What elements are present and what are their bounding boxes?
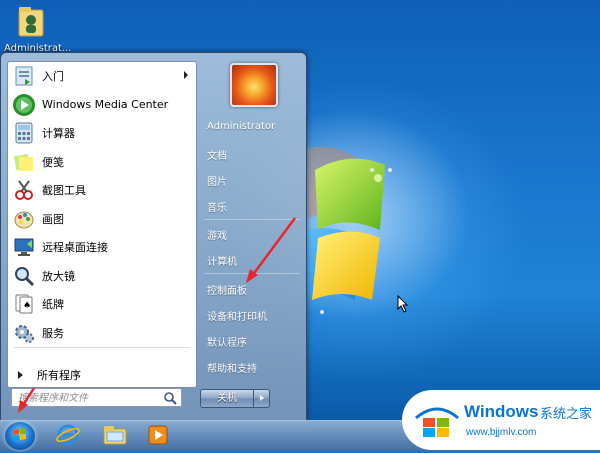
windows-watermark-logo-icon [415,407,459,437]
watermark-badge: Windows 系统之家 www.bjjmlv.com [402,390,600,450]
watermark-site-name: 系统之家 [540,407,593,422]
annotation-arrows [18,217,297,413]
watermark-url: www.bjjmlv.com [466,427,537,438]
watermark-brand: Windows [464,402,539,421]
